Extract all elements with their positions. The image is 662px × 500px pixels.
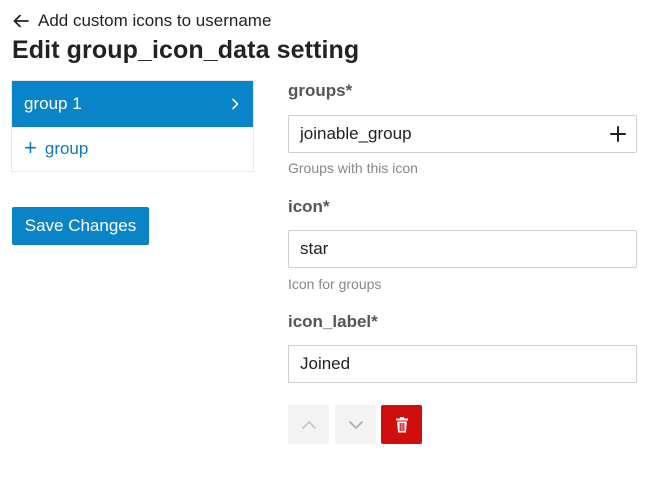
move-up-button[interactable] (288, 405, 329, 444)
group-item-label: group 1 (24, 94, 82, 113)
groups-help: Groups with this icon (288, 160, 418, 176)
plus-icon: + (24, 135, 37, 160)
add-group-button[interactable]: + group (12, 127, 253, 171)
group-item-active[interactable]: group 1 (12, 81, 253, 127)
icon-field-wrapper (288, 230, 637, 268)
icon-help: Icon for groups (288, 276, 382, 292)
back-link[interactable]: Add custom icons to username (12, 11, 271, 31)
add-group-label: group (44, 139, 89, 158)
page-title: Edit group_icon_data setting (12, 36, 360, 64)
chevron-down-icon (348, 420, 363, 429)
save-changes-button[interactable]: Save Changes (12, 207, 149, 245)
chevron-up-icon (301, 420, 316, 429)
groups-selector[interactable]: joinable_group (288, 115, 637, 153)
groups-label: groups* (288, 81, 353, 100)
group-list: group 1 + group (11, 80, 254, 172)
back-link-label: Add custom icons to username (38, 11, 272, 30)
icon-label: icon* (288, 197, 330, 216)
icon-label-label: icon_label* (288, 312, 378, 331)
groups-selected-value: joinable_group (300, 124, 412, 143)
icon-input[interactable] (300, 231, 636, 267)
arrow-left-icon (13, 14, 29, 28)
add-choice-icon[interactable] (608, 124, 628, 144)
icon-label-input[interactable] (300, 346, 636, 382)
icon-label-field-wrapper (288, 345, 637, 383)
move-down-button[interactable] (335, 405, 376, 444)
delete-button[interactable] (381, 405, 422, 444)
chevron-right-icon (232, 98, 239, 110)
trash-icon (395, 416, 408, 432)
